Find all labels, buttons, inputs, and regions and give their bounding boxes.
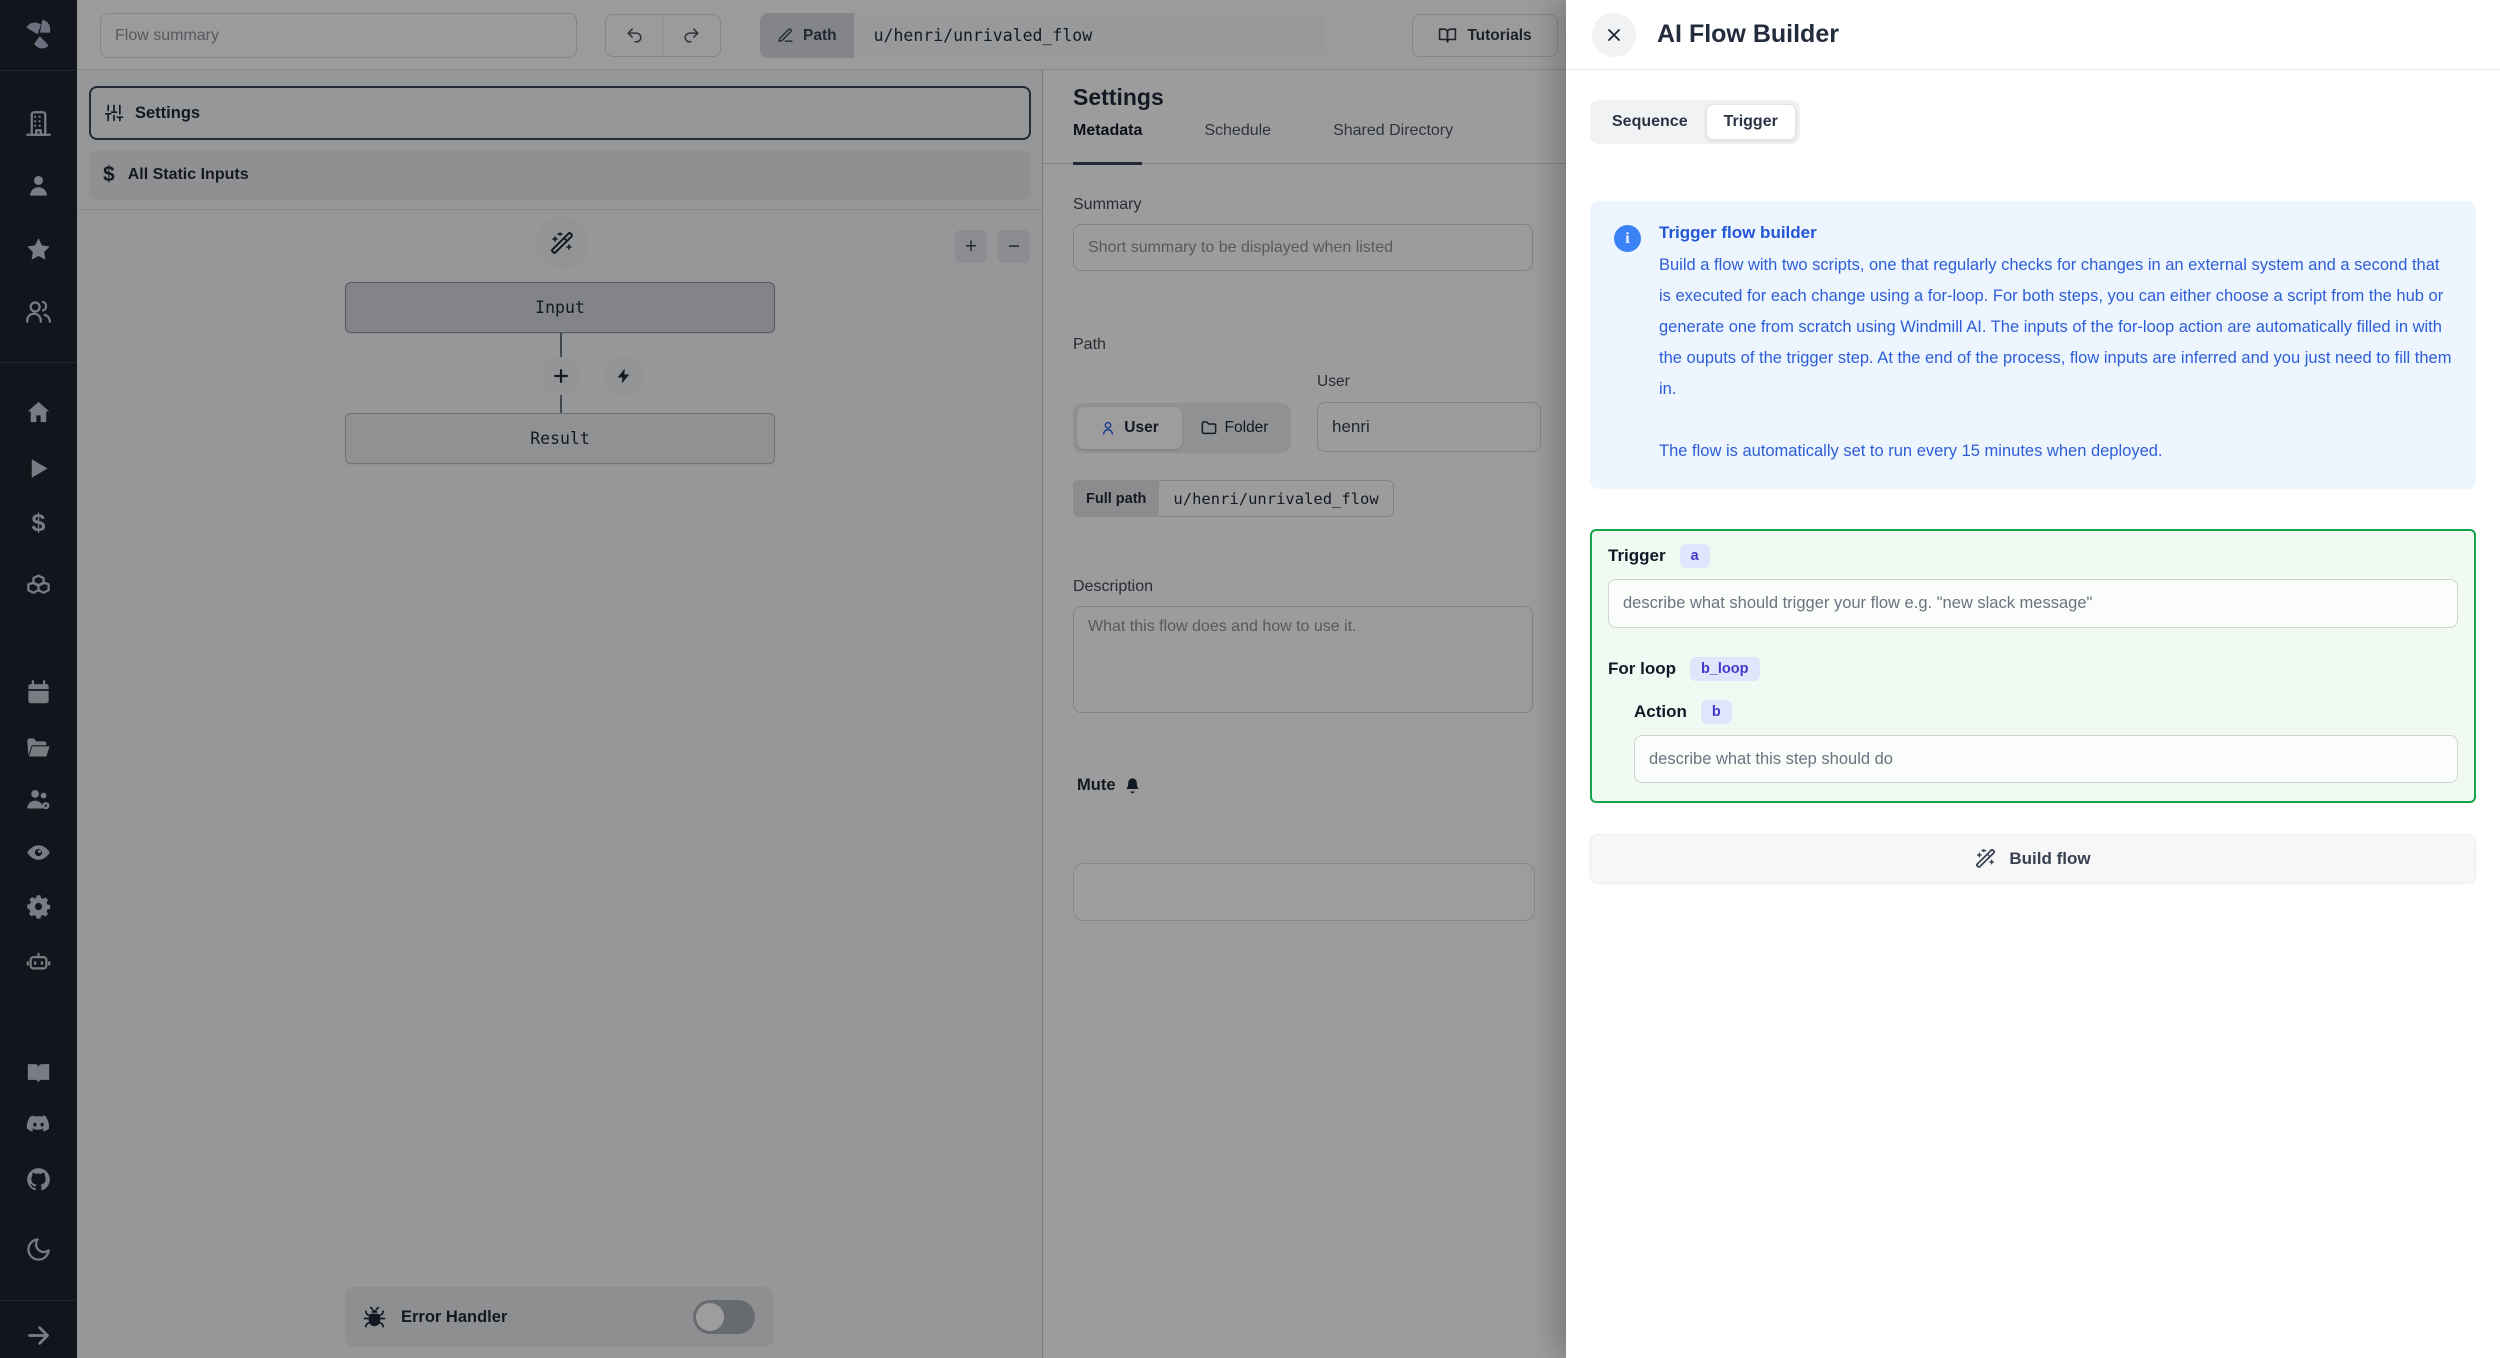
trigger-step-row: Trigger a <box>1608 544 2458 568</box>
forloop-step-badge: b_loop <box>1689 657 1760 681</box>
tab-trigger[interactable]: Trigger <box>1705 104 1796 140</box>
close-button[interactable] <box>1592 12 1636 57</box>
action-step-label: Action <box>1634 702 1687 721</box>
info-note: The flow is automatically set to run eve… <box>1659 442 2163 460</box>
build-flow-button[interactable]: Build flow <box>1590 834 2476 883</box>
build-flow-label: Build flow <box>2009 848 2091 868</box>
ai-panel-title: AI Flow Builder <box>1657 20 1839 48</box>
trigger-info-box: i Trigger flow builder Build a flow with… <box>1590 201 2476 489</box>
close-icon <box>1608 28 1620 41</box>
wand-sparkles-icon <box>1976 848 1996 868</box>
trigger-builder-box: Trigger a For loop b_loop Action b <box>1590 529 2476 803</box>
ai-flow-builder-panel: AI Flow Builder Sequence Trigger i Trigg… <box>1566 0 2500 1358</box>
action-description-input[interactable] <box>1634 735 2458 783</box>
trigger-step-label: Trigger <box>1608 546 1666 565</box>
forloop-step-label: For loop <box>1608 659 1676 678</box>
forloop-step-row: For loop b_loop <box>1608 657 2458 681</box>
ai-mode-tabs: Sequence Trigger <box>1590 100 1800 144</box>
action-step-badge: b <box>1700 700 1732 724</box>
modal-dim-overlay <box>0 0 1566 1358</box>
info-title: Trigger flow builder <box>1659 223 1817 242</box>
info-icon: i <box>1614 225 1641 252</box>
action-step-row: Action b <box>1634 700 2458 724</box>
trigger-step-badge: a <box>1679 544 1710 568</box>
trigger-description-input[interactable] <box>1608 579 2458 628</box>
ai-panel-header: AI Flow Builder <box>1566 0 2500 70</box>
tab-sequence[interactable]: Sequence <box>1594 104 1706 140</box>
info-body: Build a flow with two scripts, one that … <box>1659 256 2452 398</box>
